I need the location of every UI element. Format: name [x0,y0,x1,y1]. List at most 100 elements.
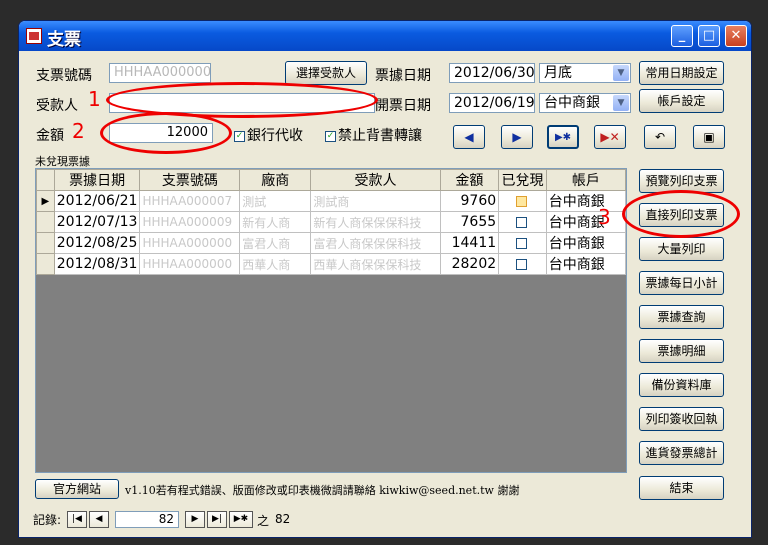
footer-notice: v1.10若有程式錯誤、版面修改或印表機微調請聯絡 kiwkiw@seed.ne… [125,484,520,497]
annotation-number: 1 [88,87,101,111]
checkmark-icon: ✓ [325,130,336,142]
unpaid-label: 未兌現票據 [35,155,90,168]
checkmark-icon: ✓ [234,130,245,142]
invoice-total-button[interactable]: 進貨發票總計 [639,441,724,465]
row-selector-header [36,169,55,191]
column-header[interactable]: 廠商 [239,169,312,191]
row-selector[interactable] [36,211,55,233]
cell-check-no[interactable]: HHHAA000007 [139,190,241,212]
check-table: 票據日期 支票號碼 廠商 受款人 金額 已兌現 帳戶 ▶ 2012/06/21 … [35,168,627,473]
cell-vendor[interactable]: 測試 [239,190,312,212]
first-record-icon[interactable]: |◀ [67,511,87,528]
row-selector[interactable] [36,232,55,254]
cell-vendor[interactable]: 西華人商 [239,253,312,275]
cell-date[interactable]: 2012/08/25 [53,232,141,254]
column-header[interactable]: 已兌現 [498,169,547,191]
table-row[interactable]: 2012/08/31 HHHAA000000 西華人商 西華人商保保保科技 28… [36,253,627,275]
new-record-icon: ▶✱ [554,132,572,143]
table-row[interactable]: ▶ 2012/06/21 HHHAA000007 測試 測試商 9760 台中商… [36,190,627,212]
website-button[interactable]: 官方網站 [35,479,119,499]
record-total: 82 [275,512,291,526]
daily-subtotal-button[interactable]: 票據每日小計 [639,271,724,295]
batch-print-button[interactable]: 大量列印 [639,237,724,261]
bank-collect-checkbox[interactable]: ✓ 銀行代收 [234,125,303,145]
delete-record-icon: ▶✕ [600,130,620,144]
common-date-settings-button[interactable]: 常用日期設定 [639,61,724,85]
bill-date-label: 票據日期 [375,68,431,84]
prev-record-icon[interactable]: ◀ [89,511,109,528]
check-no-field[interactable]: HHHAA000000 [109,63,211,83]
cell-account[interactable]: 台中商銀 [545,232,627,254]
cell-amount[interactable]: 9760 [439,190,500,212]
column-header[interactable]: 支票號碼 [139,169,241,191]
row-selector[interactable] [36,253,55,275]
issue-date-field[interactable]: 2012/06/19 [449,93,535,113]
select-payee-button[interactable]: 選擇受款人 [285,61,367,85]
app-icon [26,28,42,44]
triangle-right-icon: ▶ [512,130,522,144]
column-header[interactable]: 票據日期 [53,169,141,191]
minimize-button[interactable]: _ [671,25,693,47]
prev-record-button[interactable]: ◀ [453,125,485,149]
table-row[interactable]: 2012/07/13 HHHAA000009 新有人商 新有人商保保保科技 76… [36,211,627,233]
current-row-icon[interactable]: ▶ [36,190,55,212]
annotation-number: 3 [598,205,611,229]
close-button[interactable]: ✕ [725,25,747,47]
cell-date[interactable]: 2012/08/31 [53,253,141,275]
paid-checkbox[interactable] [515,258,527,270]
cell-vendor[interactable]: 富君人商 [239,232,312,254]
print-receipt-button[interactable]: 列印簽收回執 [639,407,724,431]
cell-paid[interactable] [498,190,547,212]
cell-amount[interactable]: 14411 [439,232,500,254]
cell-account[interactable]: 台中商銀 [545,190,627,212]
search-button[interactable]: 票據查詢 [639,305,724,329]
new-record-button[interactable]: ▶✱ [547,125,579,149]
cell-vendor[interactable]: 新有人商 [239,211,312,233]
record-number-field[interactable]: 82 [115,511,179,528]
column-header[interactable]: 帳戶 [545,169,627,191]
undo-button[interactable]: ↶ [644,125,676,149]
maximize-button[interactable]: □ [698,25,720,47]
cell-amount[interactable]: 28202 [439,253,500,275]
column-header[interactable]: 金額 [439,169,500,191]
save-button[interactable]: ▣ [693,125,725,149]
new-record-icon[interactable]: ▶✱ [229,511,253,528]
details-button[interactable]: 票據明細 [639,339,724,363]
chevron-down-icon: ▼ [613,95,629,111]
cell-payee[interactable]: 新有人商保保保科技 [310,211,441,233]
paid-checkbox[interactable] [515,216,527,228]
triangle-left-icon: ◀ [464,130,474,144]
cell-date[interactable]: 2012/07/13 [53,211,141,233]
cell-check-no[interactable]: HHHAA000000 [139,232,241,254]
paid-checkbox[interactable] [515,195,527,207]
cell-date[interactable]: 2012/06/21 [53,190,141,212]
backup-button[interactable]: 備份資料庫 [639,373,724,397]
payee-label: 受款人 [36,98,78,114]
bill-date-mode-select[interactable]: 月底 ▼ [539,63,631,83]
cell-payee[interactable]: 富君人商保保保科技 [310,232,441,254]
cell-check-no[interactable]: HHHAA000000 [139,253,241,275]
cell-check-no[interactable]: HHHAA000009 [139,211,241,233]
cell-payee[interactable]: 西華人商保保保科技 [310,253,441,275]
exit-button[interactable]: 結束 [639,476,724,500]
cell-payee[interactable]: 測試商 [310,190,441,212]
window-title: 支票 [47,30,81,50]
cell-paid[interactable] [498,232,547,254]
cell-paid[interactable] [498,211,547,233]
cell-paid[interactable] [498,253,547,275]
next-record-button[interactable]: ▶ [501,125,533,149]
no-endorse-checkbox[interactable]: ✓ 禁止背書轉讓 [325,125,422,145]
paid-checkbox[interactable] [515,237,527,249]
bill-date-field[interactable]: 2012/06/30 [449,63,535,83]
next-record-icon[interactable]: ▶ [185,511,205,528]
bank-select[interactable]: 台中商銀 ▼ [539,93,631,113]
table-row[interactable]: 2012/08/25 HHHAA000000 富君人商 富君人商保保保科技 14… [36,232,627,254]
cell-account[interactable]: 台中商銀 [545,211,627,233]
delete-record-button[interactable]: ▶✕ [594,125,626,149]
cell-amount[interactable]: 7655 [439,211,500,233]
last-record-icon[interactable]: ▶| [207,511,227,528]
account-settings-button[interactable]: 帳戶設定 [639,89,724,113]
save-icon: ▣ [703,130,715,144]
cell-account[interactable]: 台中商銀 [545,253,627,275]
column-header[interactable]: 受款人 [310,169,441,191]
